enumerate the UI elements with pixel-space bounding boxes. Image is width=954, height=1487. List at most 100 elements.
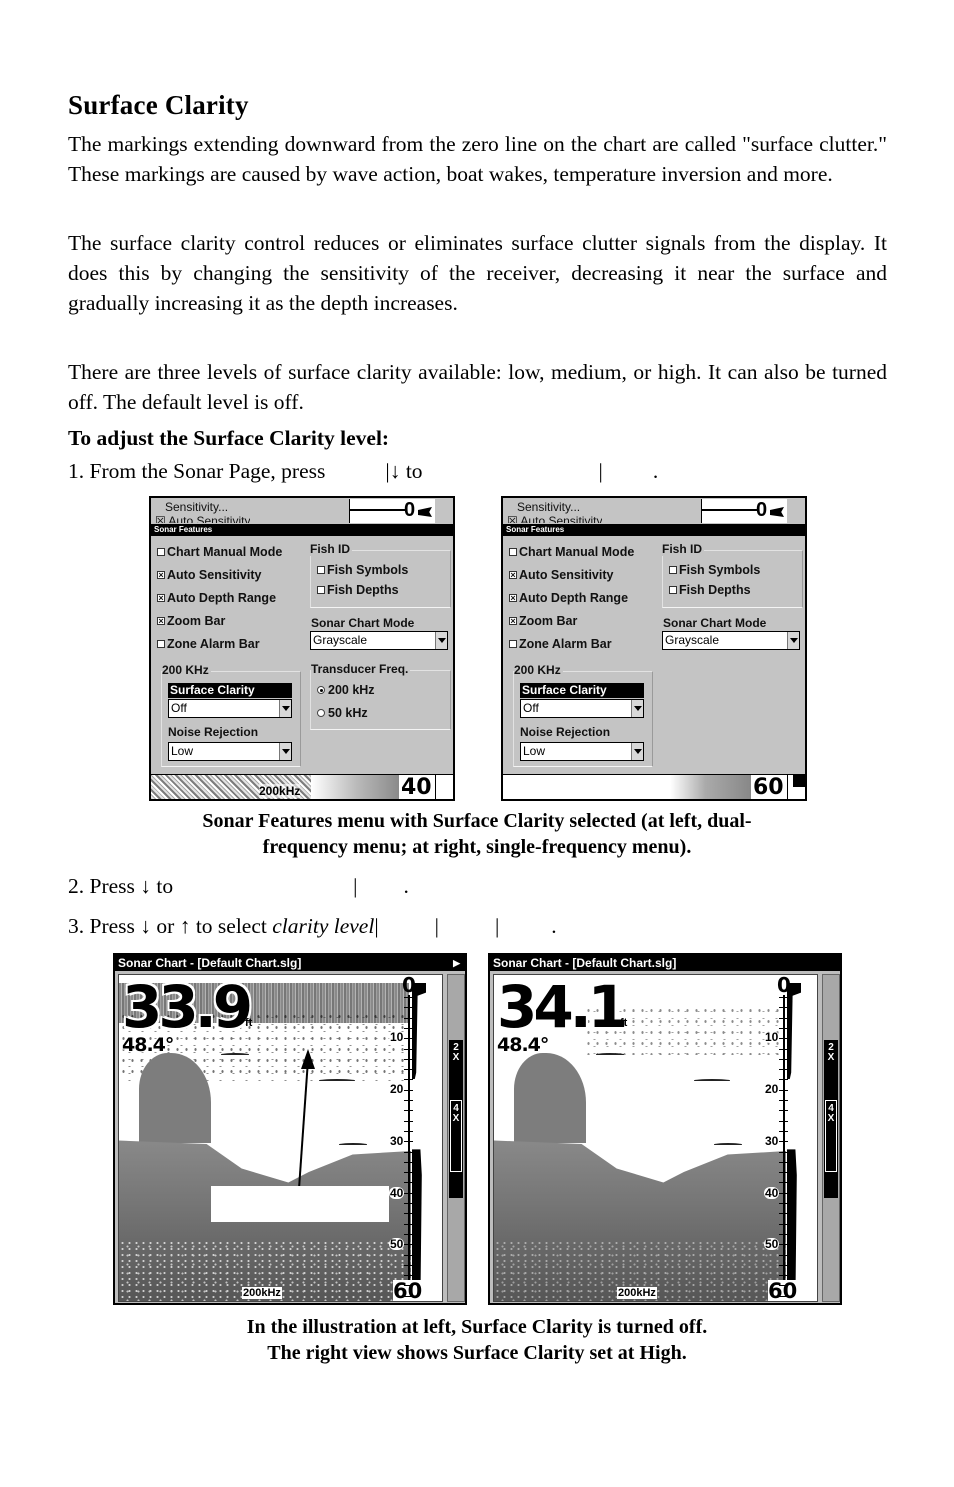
checkbox-label: Auto Depth Range (519, 591, 629, 605)
checkbox-unchecked-icon (317, 566, 325, 574)
scale-tick (404, 1223, 413, 1225)
radio-50-khz[interactable]: 50 kHz (317, 706, 368, 720)
scale-tick (404, 997, 413, 998)
zoom-bar[interactable]: 2X 4X (447, 974, 465, 1302)
scale-top-label: 0 (402, 974, 416, 997)
surface-echo-icon (770, 507, 784, 517)
step-2-end: . (403, 874, 409, 898)
scale-label-20: 20 (764, 1082, 780, 1096)
checkbox-auto-sensitivity[interactable]: Auto Sensitivity (509, 568, 613, 582)
noise-rejection-select[interactable]: Low (520, 742, 644, 761)
checkbox-zoom-bar[interactable]: Zoom Bar (509, 614, 577, 628)
checkbox-unchecked-icon (669, 566, 677, 574)
radio-unselected-icon (317, 709, 325, 717)
zoom-2x[interactable]: 2X (826, 1043, 836, 1063)
scale-tick (779, 1172, 788, 1174)
scale-tick (779, 997, 788, 998)
play-icon[interactable]: ▶ (453, 955, 460, 971)
down-arrow-icon: ↓ (140, 914, 152, 938)
up-arrow-icon: ↑ (179, 914, 191, 938)
dropdown-arrow-icon (279, 700, 291, 717)
checkbox-chart-manual-mode[interactable]: Chart Manual Mode (157, 545, 282, 559)
checkbox-auto-depth-range[interactable]: Auto Depth Range (509, 591, 628, 605)
zoom-2x[interactable]: 2X (451, 1043, 461, 1063)
surface-clarity-label-selected: Surface Clarity (520, 683, 644, 698)
step-3-separator: | (374, 914, 379, 938)
caption-line: Sonar Features menu with Surface Clarity… (202, 810, 752, 832)
checkbox-zone-alarm-bar[interactable]: Zone Alarm Bar (509, 637, 612, 651)
scale-tick (779, 1038, 788, 1040)
sonar-chart-mode-select[interactable]: Grayscale (662, 631, 800, 650)
sonar-chart-mode-select[interactable]: Grayscale (310, 631, 448, 650)
fish-id-group (662, 550, 803, 608)
scale-label-50: 50 (389, 1237, 405, 1251)
step-2: 2. Press ↓ to |. (68, 874, 409, 899)
scale-tick (779, 1027, 788, 1029)
scale-tick (404, 1254, 413, 1256)
checkbox-unchecked-icon (509, 640, 517, 648)
surface-echo-icon (418, 507, 432, 517)
sonar-features-menu-single-frequency: Sensitivity... ☒ Auto Sensitivity 0 Sona… (501, 496, 807, 801)
paragraph-clarity-levels: There are three levels of surface clarit… (68, 360, 887, 414)
menu-content: Chart Manual Mode Auto Sensitivity Auto … (151, 536, 453, 772)
checkbox-auto-sensitivity[interactable]: Auto Sensitivity (157, 568, 261, 582)
scale-label-30: 30 (764, 1134, 780, 1148)
checkbox-zoom-bar[interactable]: Zoom Bar (157, 614, 225, 628)
checkbox-zone-alarm-bar[interactable]: Zone Alarm Bar (157, 637, 260, 651)
checkbox-auto-depth-range[interactable]: Auto Depth Range (157, 591, 276, 605)
step-3-select: to select (190, 914, 273, 938)
scale-tick (404, 1203, 413, 1204)
dropdown-arrow-icon (631, 743, 643, 760)
dropdown-arrow-icon (279, 743, 291, 760)
checkbox-fish-symbols[interactable]: Fish Symbols (317, 563, 408, 577)
amplitude-scope (412, 983, 426, 1301)
sonar-chart-mode-label: Sonar Chart Mode (311, 616, 415, 630)
menu-title: Sonar Features (503, 524, 805, 536)
paragraph-surface-clutter: The markings extending downward from the… (68, 132, 887, 186)
scale-tick (779, 1130, 788, 1132)
surface-clarity-select[interactable]: Off (168, 699, 292, 718)
select-value: Grayscale (665, 633, 720, 647)
scale-label-10: 10 (389, 1030, 405, 1044)
checkbox-checked-icon (157, 594, 165, 602)
scale-label-20: 20 (389, 1082, 405, 1096)
checkbox-fish-symbols[interactable]: Fish Symbols (669, 563, 760, 577)
zoom-bar[interactable]: 2X 4X (822, 974, 840, 1302)
chart-figure-caption: In the illustration at left, Surface Cla… (0, 1314, 954, 1366)
checkbox-unchecked-icon (157, 548, 165, 556)
step-1-to: to (400, 459, 423, 483)
checkbox-fish-depths[interactable]: Fish Depths (669, 583, 751, 597)
zoom-4x[interactable]: 4X (825, 1100, 837, 1172)
caption-line: In the illustration at left, Surface Cla… (246, 1316, 708, 1338)
transducer-freq-label: Transducer Freq. (311, 662, 411, 676)
noise-rejection-select[interactable]: Low (168, 742, 292, 761)
checkbox-chart-manual-mode[interactable]: Chart Manual Mode (509, 545, 634, 559)
step-1: 1. From the Sonar Page, press |↓ to |. (68, 459, 658, 484)
zoom-4x[interactable]: 4X (450, 1100, 462, 1172)
status-depth: 60 (751, 775, 786, 800)
background-sensitivity-item: Sensitivity... (165, 500, 229, 514)
step-1-text: 1. From the Sonar Page, press (68, 459, 326, 483)
scale-tick (404, 1058, 413, 1060)
checkbox-label: Auto Sensitivity (519, 568, 614, 582)
paragraph-clarity-control: The surface clarity control reduces or e… (68, 231, 887, 315)
radio-200-khz[interactable]: 200 kHz (317, 683, 375, 697)
scale-tick (404, 1100, 413, 1101)
sonar-chart-mode-label: Sonar Chart Mode (663, 616, 767, 630)
sonar-view: 0 10 20 30 40 50 60 33.9 ft 48.4° 200kHz (118, 974, 443, 1302)
select-value: Grayscale (313, 633, 368, 647)
surface-clarity-select[interactable]: Off (520, 699, 644, 718)
menu-figure-caption: Sonar Features menu with Surface Clarity… (0, 808, 954, 860)
step-1-separator-2: | (598, 459, 603, 483)
scale-tick (404, 1048, 413, 1050)
scale-tick (779, 1089, 788, 1091)
checkbox-checked-icon (157, 617, 165, 625)
checkbox-label: Auto Depth Range (167, 591, 277, 605)
scale-tick (779, 1223, 788, 1225)
scale-tick (404, 1275, 413, 1277)
checkbox-unchecked-icon (509, 548, 517, 556)
scale-tick (779, 1058, 788, 1060)
checkbox-fish-depths[interactable]: Fish Depths (317, 583, 399, 597)
digital-depth: 34.1 (497, 974, 628, 1041)
scale-tick (779, 1069, 788, 1071)
